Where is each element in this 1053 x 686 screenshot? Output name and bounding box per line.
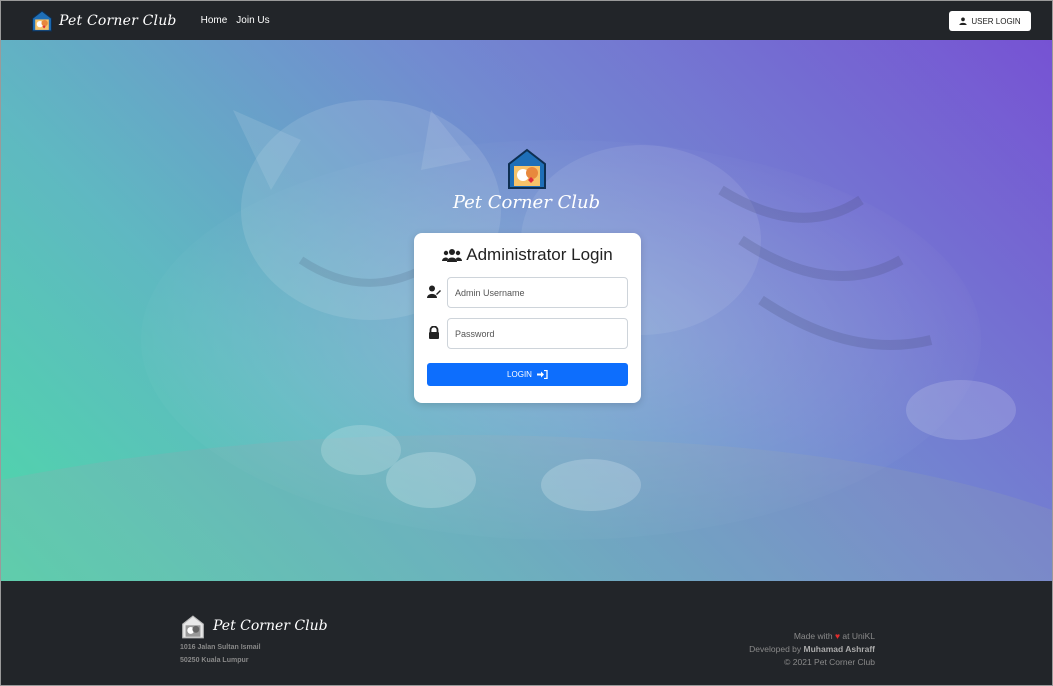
footer-address-line2: 50250 Kuala Lumpur [180,657,249,664]
user-login-label: USER LOGIN [971,16,1021,26]
lock-icon [429,326,439,339]
developer-name: Muhamad Ashraff [803,644,875,654]
login-button-label: LOGIN [507,370,532,379]
pet-house-logo-icon [32,9,52,31]
username-row [427,277,628,308]
footer-developed-by: Developed by Muhamad Ashraff [749,644,875,654]
login-title-text: Administrator Login [466,245,613,264]
nav-link-home[interactable]: Home [201,15,228,26]
password-input[interactable] [447,318,628,349]
user-icon [959,17,967,25]
brand-name: Pet Corner Club [59,12,177,29]
login-card-title: Administrator Login [414,245,641,265]
user-edit-icon [427,285,441,298]
made-with-suffix: at UniKL [842,631,875,641]
hero-title: Pet Corner Club [452,192,601,213]
footer-brand: Pet Corner Club [213,618,328,634]
nav-link-join-us[interactable]: Join Us [236,15,269,26]
login-button[interactable]: LOGIN [427,363,628,386]
user-login-button[interactable]: USER LOGIN [949,11,1031,31]
heart-icon: ♥ [834,631,841,641]
admin-username-input[interactable] [447,277,628,308]
developed-prefix: Developed by [749,644,802,654]
page: Pet Corner Club Home Join Us USER LOGIN [0,0,1053,686]
sign-in-icon [536,370,548,379]
footer-copyright: © 2021 Pet Corner Club [784,657,875,667]
footer-made-with: Made with ♥ at UniKL [794,631,875,641]
users-icon [442,249,463,262]
made-with-prefix: Made with [793,631,833,641]
footer-address-line1: 1016 Jalan Sultan Ismail [180,644,261,651]
pet-house-logo-icon [182,615,204,639]
pet-house-logo-icon [508,148,546,189]
password-row [427,318,628,349]
nav-links: Home Join Us [201,15,279,26]
navbar: Pet Corner Club Home Join Us USER LOGIN [1,1,1052,40]
admin-login-card: Administrator Login LOGIN [414,233,641,403]
hero-section: Pet Corner Club Administrator Login Admi… [1,40,1052,581]
brand[interactable]: Pet Corner Club [31,9,177,32]
footer: Pet Corner Club 1016 Jalan Sultan Ismail… [1,581,1052,685]
